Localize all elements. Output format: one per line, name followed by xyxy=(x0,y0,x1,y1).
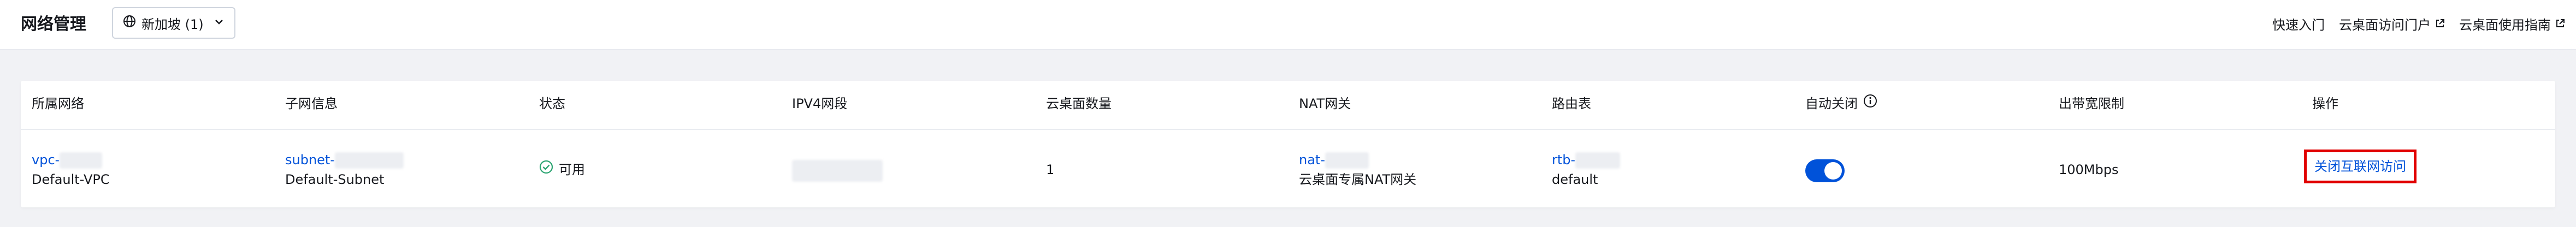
disable-internet-access-button[interactable]: 关闭互联网访问 xyxy=(2304,150,2417,183)
column-header-auto-close: 自动关闭 xyxy=(1805,94,1877,113)
check-circle-icon xyxy=(539,160,553,180)
auto-close-toggle[interactable] xyxy=(1805,159,1845,182)
subnet-id-link[interactable]: subnet- xyxy=(285,150,404,170)
portal-link[interactable]: 云桌面访问门户 xyxy=(2339,14,2445,33)
vpc-id: vpc- xyxy=(32,152,60,168)
column-header-ipv4: IPV4网段 xyxy=(792,96,848,111)
redacted-subnet-id xyxy=(335,152,404,169)
route-table-id-link[interactable]: rtb- xyxy=(1552,150,1621,170)
column-header-status: 状态 xyxy=(539,96,565,111)
vpc-name: Default-VPC xyxy=(32,172,110,187)
quick-start-label: 快速入门 xyxy=(2272,17,2325,33)
region-selector[interactable]: 新加坡 (1) xyxy=(112,7,235,39)
column-header-route-table: 路由表 xyxy=(1552,96,1591,111)
quick-start-link[interactable]: 快速入门 xyxy=(2272,14,2325,33)
header-divider xyxy=(21,129,2555,130)
chevron-down-icon xyxy=(214,15,224,31)
desktop-count: 1 xyxy=(1046,162,1055,177)
status-badge: 可用 xyxy=(539,160,585,180)
header-links: 快速入门 云桌面访问门户 云桌面使用指南 xyxy=(2272,14,2565,33)
portal-label: 云桌面访问门户 xyxy=(2339,17,2431,33)
redacted-nat-id xyxy=(1325,152,1369,169)
guide-link[interactable]: 云桌面使用指南 xyxy=(2459,14,2565,33)
guide-label: 云桌面使用指南 xyxy=(2459,17,2551,33)
subnet-id: subnet- xyxy=(285,152,335,168)
network-table: 所属网络 子网信息 状态 IPV4网段 云桌面数量 NAT网关 路由表 自动关闭… xyxy=(21,81,2555,207)
nat-name: 云桌面专属NAT网关 xyxy=(1299,172,1417,187)
external-link-icon xyxy=(2555,16,2565,32)
globe-icon xyxy=(123,15,136,31)
redacted-route-table-id xyxy=(1575,152,1621,169)
page-header: 网络管理 新加坡 (1) 快速入门 云桌面访问门户 云桌面使用指南 xyxy=(0,0,2576,50)
status-text: 可用 xyxy=(559,162,585,177)
page-title: 网络管理 xyxy=(21,15,86,34)
toggle-knob xyxy=(1824,162,1842,180)
route-table-name: default xyxy=(1552,172,1598,187)
column-header-desktop-count: 云桌面数量 xyxy=(1046,96,1112,111)
column-header-subnet: 子网信息 xyxy=(285,96,338,111)
bandwidth-limit: 100Mbps xyxy=(2059,162,2119,177)
ipv4-cell xyxy=(792,160,883,182)
nat-id: nat- xyxy=(1299,152,1325,168)
auto-close-label: 自动关闭 xyxy=(1805,96,1858,111)
column-header-nat: NAT网关 xyxy=(1299,96,1351,111)
redacted-vpc-id xyxy=(60,152,103,169)
column-header-vpc: 所属网络 xyxy=(32,96,84,111)
nat-id-link[interactable]: nat- xyxy=(1299,150,1369,170)
external-link-icon xyxy=(2435,16,2445,32)
region-label: 新加坡 (1) xyxy=(141,16,204,32)
column-header-bandwidth: 出带宽限制 xyxy=(2059,96,2124,111)
info-icon[interactable] xyxy=(1863,94,1877,113)
redacted-ipv4 xyxy=(792,160,883,182)
column-header-action: 操作 xyxy=(2312,96,2338,111)
route-table-id: rtb- xyxy=(1552,152,1576,168)
vpc-id-link[interactable]: vpc- xyxy=(32,150,103,170)
subnet-name: Default-Subnet xyxy=(285,172,385,187)
